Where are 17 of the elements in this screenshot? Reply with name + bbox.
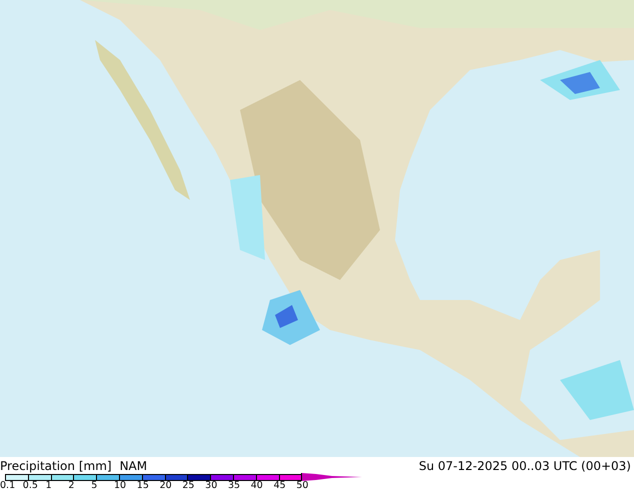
legend-tick-label: 10 [114,481,128,490]
legend-tick-label: 45 [274,481,287,490]
legend-tick-label: 15 [136,481,150,490]
legend-tick-label: 30 [205,481,218,490]
forecast-time: Su 07-12-2025 00..03 UTC (00+03) [418,459,631,473]
legend-tick-label: 2 [68,481,76,490]
variable-title: Precipitation [mm] [0,459,112,473]
legend-tick-label: 25 [182,481,196,490]
legend-tick-label: 0.5 [22,481,39,490]
model-name: NAM [120,459,148,473]
legend-tick-label: 50 [296,481,310,490]
legend-tick-label: 20 [160,481,173,490]
legend-tick-label: 35 [228,481,242,490]
legend-tick-label: 0.1 [0,481,16,490]
legend-tick-label: 1 [46,481,53,490]
legend-tick-label: 5 [91,481,98,490]
legend-tick-label: 40 [250,481,264,490]
